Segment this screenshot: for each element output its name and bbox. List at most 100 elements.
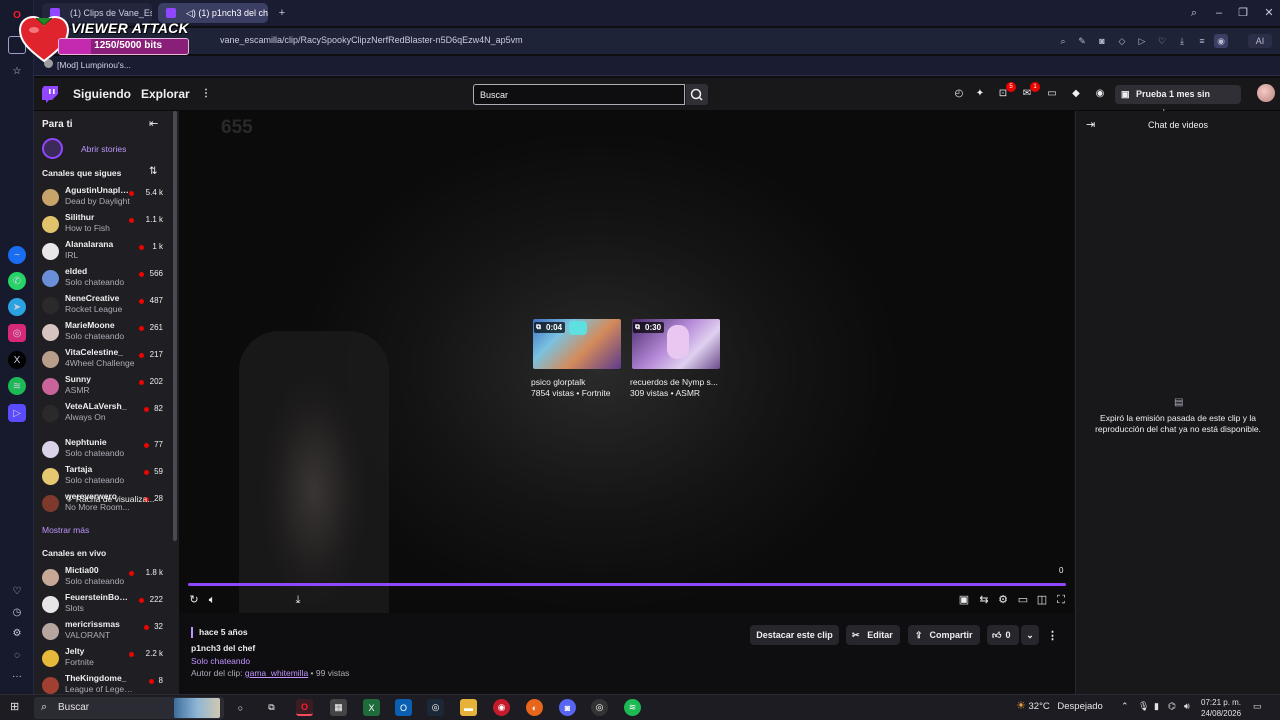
channel-row[interactable]: Jelty Fortnite 2.2 k (34, 645, 172, 672)
channel-row[interactable]: MarieMoone Solo chateando 261 (34, 319, 172, 346)
search-page-icon[interactable]: ⌕ (1056, 34, 1070, 48)
shield-icon[interactable]: ◇ (1115, 34, 1129, 48)
progress-bar[interactable] (188, 583, 1066, 586)
channel-row[interactable]: elded Solo chateando 566 (34, 265, 172, 292)
channel-row[interactable]: Alanalarana IRL 1 k (34, 238, 172, 265)
more-options-icon[interactable]: ⋮ (1047, 629, 1058, 642)
file-explorer-icon[interactable]: ▬ (460, 699, 477, 716)
collapse-sidebar-icon[interactable]: ⇤ (149, 117, 158, 130)
turbo-icon[interactable]: ✦ (973, 87, 987, 101)
game-app-icon[interactable]: ◉ (493, 699, 510, 716)
side-panel-icon[interactable]: ◫ (1035, 593, 1049, 607)
speaker-icon[interactable]: 🔊︎ (1184, 701, 1190, 712)
heart-outline-icon[interactable]: ♡ (1155, 34, 1169, 48)
network-icon[interactable]: ⌬ (1168, 701, 1176, 712)
edit-button[interactable]: ✂ Editar (846, 625, 900, 645)
outlook-icon[interactable]: O (395, 699, 412, 716)
edit-icon[interactable]: ✎ (1075, 34, 1089, 48)
channel-row[interactable]: VitaCelestine_ 4Wheel Challenge 217 (34, 346, 172, 373)
video-player[interactable]: 655 ⧉ 0:04 psico glorptalk 7854 vistas • … (179, 111, 1074, 613)
player-icon[interactable]: ▷ (8, 404, 26, 422)
discord-icon[interactable]: ◙ (559, 699, 576, 716)
channel-row[interactable]: NeneCreative Rocket League 487 (34, 292, 172, 319)
channel-row[interactable]: Tartaja Solo chateando 59 (34, 463, 172, 490)
channel-row[interactable]: FeuersteinBonito Slots 222 (34, 591, 172, 618)
x-icon[interactable]: X (8, 351, 26, 369)
lightbulb-icon[interactable]: ◌ (8, 646, 26, 664)
autoplay-icon[interactable]: ⇆ (977, 593, 991, 607)
whispers-icon[interactable]: ✉ 1 (1020, 82, 1040, 101)
download-icon[interactable]: ⤓ (1175, 34, 1189, 48)
author-link[interactable]: gama_whitemilla (245, 668, 308, 678)
miniplayer-icon[interactable]: ▣ (957, 593, 971, 607)
more-icon[interactable]: ··· (8, 667, 26, 685)
nav-browse[interactable]: Explorar (141, 87, 190, 101)
task-view-icon[interactable]: ⧉ (263, 699, 280, 716)
fullscreen-icon[interactable]: ⛶ (1054, 593, 1068, 607)
weather-widget[interactable]: ☀ 32°C Despejado (1016, 699, 1103, 712)
new-tab-button[interactable]: + (275, 6, 289, 20)
address-bar[interactable]: vane_escamilla/clip/RacySpookyClipzNerfR… (34, 28, 1280, 54)
search-input[interactable]: Buscar (473, 84, 685, 105)
open-stories-link[interactable]: Abrir stories (81, 144, 126, 154)
search-button[interactable] (686, 84, 708, 105)
firefox-icon[interactable]: ◐ (526, 699, 543, 716)
channel-row[interactable]: Sunny ASMR 202 (34, 373, 172, 400)
drops-icon[interactable]: ◴ (952, 87, 966, 101)
channel-row[interactable]: Silithur How to Fish 1.1 k (34, 211, 172, 238)
microsoft-store-icon[interactable]: ▦ (330, 699, 347, 716)
play-icon[interactable]: ▷ (1135, 34, 1149, 48)
minimize-button[interactable]: – (1212, 6, 1226, 20)
stories-avatar[interactable] (42, 138, 63, 159)
opera-taskbar-icon[interactable]: O (296, 699, 313, 716)
messenger-icon[interactable]: ~ (8, 246, 26, 264)
channel-row[interactable]: AgustinUnaplaga Dead by Daylight 5.4 k (34, 184, 172, 211)
spotify-taskbar-icon[interactable]: ≋ (624, 699, 641, 716)
tray-chevron-icon[interactable]: ⌃ (1121, 701, 1129, 712)
sidebar-scrollbar[interactable] (173, 111, 177, 694)
volume-icon[interactable]: 🔈︎ (205, 593, 219, 607)
instagram-icon[interactable]: ◎ (8, 324, 26, 342)
share-button[interactable]: ⇪ Compartir (908, 625, 980, 645)
profile-icon[interactable]: ◉ (1214, 34, 1228, 48)
channel-row[interactable]: TheKingdome_ League of Legends 8 (34, 672, 172, 694)
notifications-icon[interactable]: ▭ (1045, 87, 1059, 101)
avatar[interactable] (1257, 84, 1275, 102)
sidebar-scrollbar-thumb[interactable] (173, 111, 177, 541)
bits-icon[interactable]: ◆ (1069, 87, 1083, 101)
battery-icon[interactable]: ▮ (1154, 701, 1159, 712)
clip-title[interactable]: recuerdos de Nymp s... (630, 377, 726, 387)
camera-icon[interactable]: ◙ (1095, 34, 1109, 48)
close-button[interactable]: ✕ (1262, 6, 1276, 20)
url-text[interactable]: vane_escamilla/clip/RacySpookyClipzNerfR… (220, 35, 523, 45)
clip-title[interactable]: psico glorptalk (531, 377, 627, 387)
aria-ai-button[interactable]: AI (1248, 34, 1272, 48)
channel-row[interactable]: VeteALaVersh_ Always On 82 (34, 400, 172, 427)
notification-center-icon[interactable]: ▭ (1253, 701, 1262, 712)
clock[interactable]: 07:21 p. m. 24/08/2026 (1201, 697, 1241, 719)
nav-following[interactable]: Siguiendo (73, 87, 131, 101)
cortana-icon[interactable]: ○ (232, 699, 249, 716)
settings-icon[interactable]: ⚙ (8, 624, 26, 642)
gear-icon[interactable]: ⚙ (996, 593, 1010, 607)
prime-crown-icon[interactable]: ◉ (1093, 87, 1107, 101)
show-more-link[interactable]: Mostrar más (42, 525, 89, 535)
channel-row[interactable]: Nephtunie Solo chateando 77 (34, 436, 172, 463)
heart-icon[interactable]: ♡ (8, 582, 26, 600)
channel-row[interactable]: mericrissmas VALORANT 32 (34, 618, 172, 645)
start-icon[interactable]: ⊞ (10, 700, 24, 714)
obs-icon[interactable]: ◎ (591, 699, 608, 716)
steam-icon[interactable]: ◎ (427, 699, 444, 716)
clip-category-link[interactable]: Solo chateando (191, 656, 250, 666)
feature-clip-button[interactable]: Destacar este clip (750, 625, 839, 645)
maximize-button[interactable]: ❐ (1236, 6, 1250, 20)
whatsapp-icon[interactable]: ✆ (8, 272, 26, 290)
search-tabs-icon[interactable]: ⌕ (1187, 6, 1201, 20)
replay-icon[interactable]: ↻ (187, 593, 201, 607)
theatre-mode-icon[interactable]: ▭ (1016, 593, 1030, 607)
taskbar-search[interactable]: ⌕ Buscar (34, 697, 224, 719)
spotify-icon[interactable]: ≋ (8, 377, 26, 395)
prime-trial-button[interactable]: ▣ Prueba 1 mes sin anuncios (1115, 85, 1241, 118)
telegram-icon[interactable]: ➤ (8, 298, 26, 316)
more-vertical-icon[interactable]: ⋮ (199, 87, 213, 101)
